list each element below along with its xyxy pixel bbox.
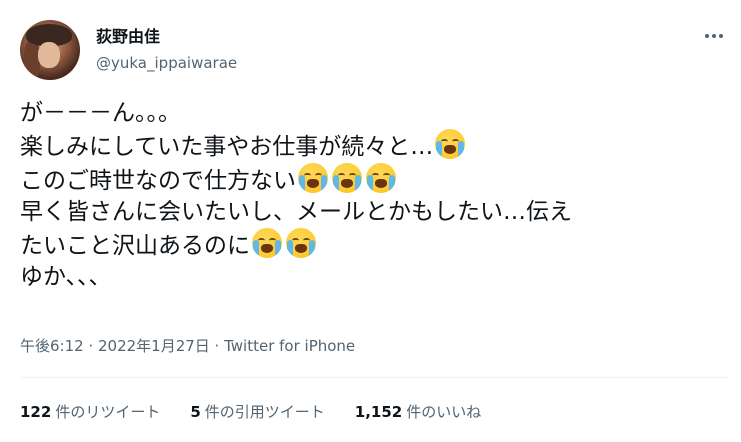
- tweet-line-text: ゆか、、、: [20, 264, 112, 290]
- tweet-line: たいこと沢山あるのに: [20, 228, 720, 262]
- tweet-timestamp-source[interactable]: 午後6:12 · 2022年1月27日 · Twitter for iPhone: [20, 336, 355, 356]
- loudly-crying-face-icon: [286, 228, 316, 258]
- loudly-crying-face-icon: [366, 163, 396, 193]
- tweet-text: が－－－ん。。。 楽しみにしていた事やお仕事が続々と… このご時世なので仕方ない…: [20, 98, 720, 293]
- tweet-line: 楽しみにしていた事やお仕事が続々と…: [20, 129, 720, 163]
- tweet-stats: 122 件のリツイート 5 件の引用ツイート 1,152 件のいいね: [20, 402, 481, 422]
- tweet-line-text: 楽しみにしていた事やお仕事が続々と…: [20, 134, 434, 160]
- loudly-crying-face-icon: [298, 163, 328, 193]
- author-name[interactable]: 荻野由佳: [96, 27, 160, 47]
- avatar-face: [38, 42, 60, 68]
- quote-tweet-count[interactable]: 5 件の引用ツイート: [190, 402, 324, 422]
- avatar[interactable]: [20, 20, 80, 80]
- tweet-line-text: このご時世なので仕方ない: [20, 168, 296, 194]
- like-count[interactable]: 1,152 件のいいね: [355, 402, 481, 422]
- retweet-count[interactable]: 122 件のリツイート: [20, 402, 160, 422]
- loudly-crying-face-icon: [332, 163, 362, 193]
- tweet-line-text: たいこと沢山あるのに: [20, 233, 250, 259]
- loudly-crying-face-icon: [435, 129, 466, 159]
- divider: [20, 377, 728, 378]
- tweet-line: ゆか、、、: [20, 262, 720, 293]
- author-handle[interactable]: @yuka_ippaiwarae: [96, 53, 237, 73]
- more-options-icon[interactable]: [700, 26, 728, 46]
- tweet-line-text: 早く皆さんに会いたいし、メールとかもしたい…伝え: [20, 199, 572, 225]
- tweet-line: が－－－ん。。。: [20, 98, 720, 129]
- tweet-line: このご時世なので仕方ない: [20, 163, 720, 197]
- tweet-line-text: が－－－ん。。。: [20, 100, 181, 126]
- loudly-crying-face-icon: [252, 228, 282, 258]
- tweet-line: 早く皆さんに会いたいし、メールとかもしたい…伝え: [20, 197, 720, 228]
